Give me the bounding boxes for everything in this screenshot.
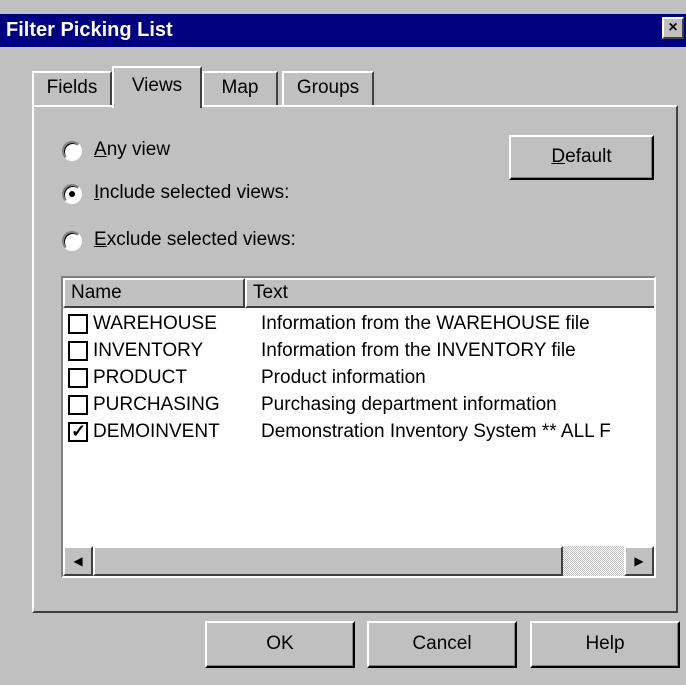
cancel-button[interactable]: Cancel	[367, 621, 517, 668]
tab-groups[interactable]: Groups	[282, 71, 374, 105]
radio-exclude-selected[interactable]: Exclude selected views:	[62, 229, 362, 253]
list-item[interactable]: ✓ DEMOINVENT Demonstration Inventory Sys…	[63, 419, 654, 446]
button-bevel	[369, 623, 515, 666]
scroll-right-button[interactable]: ▶	[624, 546, 654, 576]
views-list[interactable]: Name Text WAREHOUSE Information from the…	[61, 276, 656, 578]
row-name: INVENTORY	[93, 340, 204, 361]
column-header-name[interactable]: Name	[63, 278, 245, 308]
tab-views-label: Views	[131, 75, 183, 96]
row-name: WAREHOUSE	[93, 313, 217, 334]
radio-selected-dot	[69, 191, 75, 197]
close-icon: ×	[668, 19, 678, 36]
default-button[interactable]: Default	[509, 135, 654, 180]
horizontal-scrollbar[interactable]: ◀ ▶	[63, 546, 654, 576]
scroll-left-button[interactable]: ◀	[63, 546, 93, 576]
radio-exclude-selected-label: Exclude selected views:	[94, 229, 296, 250]
list-item[interactable]: PURCHASING Purchasing department informa…	[63, 392, 654, 419]
radio-include-selected-label: Include selected views:	[94, 182, 290, 203]
left-arrow-icon: ◀	[73, 554, 83, 568]
row-text: Information from the INVENTORY file	[261, 340, 576, 361]
row-text: Purchasing department information	[261, 394, 557, 415]
row-checkbox[interactable]: ✓	[68, 421, 88, 442]
radio-any-view[interactable]: Any view	[62, 139, 282, 163]
button-bevel	[532, 623, 678, 666]
row-text: Information from the WAREHOUSE file	[261, 313, 590, 334]
tab-views[interactable]: Views	[112, 66, 202, 108]
list-item[interactable]: INVENTORY Information from the INVENTORY…	[63, 338, 654, 365]
tab-fields-label: Fields	[46, 77, 98, 98]
help-button[interactable]: Help	[530, 621, 680, 668]
ok-button[interactable]: OK	[205, 621, 355, 668]
radio-any-view-indicator[interactable]	[62, 141, 82, 161]
button-bevel	[207, 623, 353, 666]
tab-map-label: Map	[221, 77, 259, 98]
row-checkbox[interactable]	[68, 368, 88, 388]
row-name: PURCHASING	[93, 394, 220, 415]
row-text: Product information	[261, 367, 426, 388]
radio-any-view-label: Any view	[94, 139, 171, 160]
list-item[interactable]: PRODUCT Product information	[63, 365, 654, 392]
window-title: Filter Picking List	[6, 19, 173, 41]
row-checkbox[interactable]	[68, 341, 88, 361]
row-name: PRODUCT	[93, 367, 187, 388]
list-item[interactable]: WAREHOUSE Information from the WAREHOUSE…	[63, 311, 654, 338]
radio-include-selected-indicator[interactable]	[62, 184, 82, 204]
close-button[interactable]: ×	[662, 17, 684, 39]
row-checkbox[interactable]	[68, 395, 88, 415]
tab-fields[interactable]: Fields	[32, 71, 112, 105]
row-name: DEMOINVENT	[93, 421, 220, 442]
checkmark-icon: ✓	[71, 421, 87, 441]
column-header-text[interactable]: Text	[245, 278, 654, 308]
radio-exclude-selected-indicator[interactable]	[62, 231, 82, 251]
radio-include-selected[interactable]: Include selected views:	[62, 182, 362, 206]
scroll-thumb[interactable]	[93, 546, 563, 576]
tab-map[interactable]: Map	[202, 71, 278, 105]
title-bar: Filter Picking List ×	[0, 14, 686, 47]
button-bevel	[511, 137, 652, 178]
row-checkbox[interactable]	[68, 314, 88, 334]
row-text: Demonstration Inventory System ** ALL F	[261, 421, 611, 442]
right-arrow-icon: ▶	[634, 554, 644, 568]
tab-groups-label: Groups	[296, 77, 360, 98]
